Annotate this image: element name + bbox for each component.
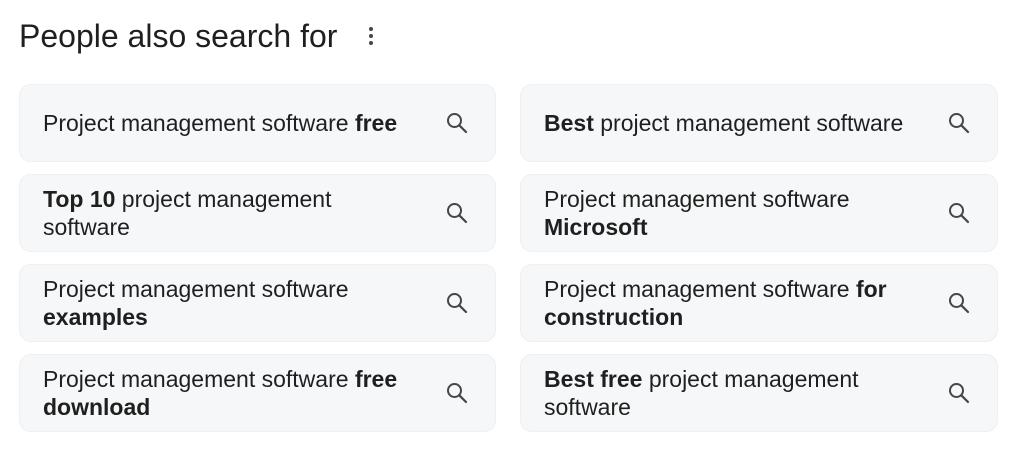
suggestion-chip[interactable]: Project management software examples xyxy=(19,264,496,342)
people-also-search-header: People also search for xyxy=(19,14,383,58)
suggestion-text: Project management software free xyxy=(43,109,397,137)
suggestion-chip[interactable]: Project management software free xyxy=(19,84,496,162)
suggestion-text: Project management software for construc… xyxy=(544,275,924,331)
suggestion-text-bold: Top 10 xyxy=(43,186,116,212)
suggestion-chip[interactable]: Best project management software xyxy=(520,84,998,162)
more-dot xyxy=(369,41,374,45)
suggestion-chip[interactable]: Best free project management software xyxy=(520,354,998,432)
section-title: People also search for xyxy=(19,17,338,54)
suggestion-text: Project management software Microsoft xyxy=(544,185,924,241)
suggestion-chip[interactable]: Top 10 project management software xyxy=(19,174,496,252)
suggestion-text-bold: free xyxy=(354,110,398,136)
suggestion-text-part: Project management software xyxy=(544,186,850,212)
search-icon xyxy=(946,290,972,316)
suggestion-text: Best project management software xyxy=(544,109,903,137)
suggestion-text: Project management software examples xyxy=(43,275,423,331)
suggestion-text-bold: Microsoft xyxy=(544,214,648,240)
suggestion-text-part: project management software xyxy=(593,110,904,136)
suggestion-text: Best free project management software xyxy=(544,365,924,421)
search-icon xyxy=(444,200,470,226)
suggestion-text-bold: Best free xyxy=(544,366,643,392)
suggestion-chip[interactable]: Project management software for construc… xyxy=(520,264,998,342)
suggestion-text-part: Project management software xyxy=(544,276,856,302)
search-icon xyxy=(444,110,470,136)
search-icon xyxy=(946,380,972,406)
suggestion-chip[interactable]: Project management software Microsoft xyxy=(520,174,998,252)
search-icon xyxy=(444,380,470,406)
suggestion-text-part: Project management software xyxy=(43,366,355,392)
search-icon xyxy=(444,290,470,316)
search-icon xyxy=(946,110,972,136)
suggestion-chip[interactable]: Project management software free downloa… xyxy=(19,354,496,432)
more-options-icon[interactable] xyxy=(359,18,383,54)
search-icon xyxy=(946,200,972,226)
suggestion-text-bold: Best xyxy=(544,110,594,136)
suggestion-text-part: Project management software xyxy=(43,110,355,136)
suggestion-grid: Project management software free Best pro… xyxy=(19,84,998,432)
suggestion-text-bold: examples xyxy=(43,304,148,330)
suggestion-text: Top 10 project management software xyxy=(43,185,423,241)
suggestion-text-part: Project management software xyxy=(43,276,349,302)
suggestion-text: Project management software free downloa… xyxy=(43,365,423,421)
more-dot xyxy=(369,27,374,31)
more-dot xyxy=(369,34,374,38)
